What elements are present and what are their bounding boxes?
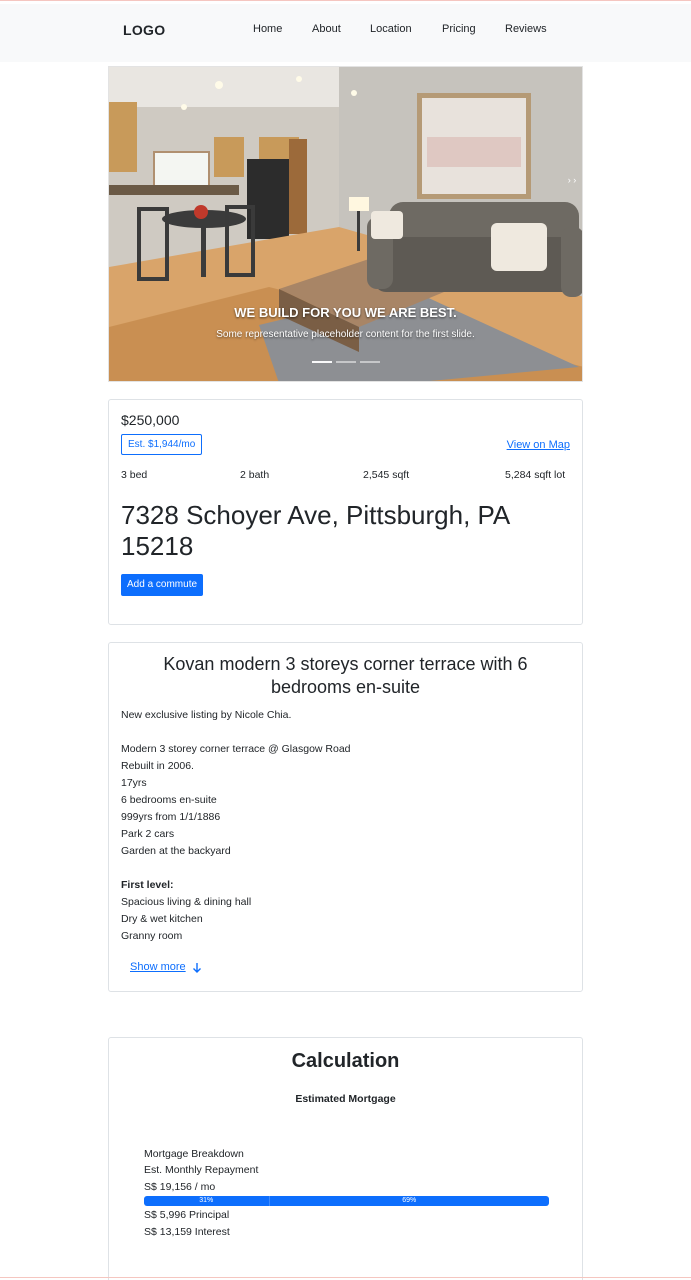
calculation-card: Calculation Estimated Mortgage Mortgage …: [108, 1037, 583, 1280]
nav-link-reviews[interactable]: Reviews: [505, 23, 547, 35]
hero-carousel[interactable]: WE BUILD FOR YOU WE ARE BEST. Some repre…: [108, 66, 583, 382]
description-line: Granny room: [121, 930, 183, 942]
description-line: Modern 3 storey corner terrace @ Glasgow…: [121, 743, 351, 755]
listing-title: Kovan modern 3 storeys corner terrace wi…: [163, 654, 528, 697]
listing-price: $250,000: [121, 412, 180, 428]
principal-segment: 31%: [144, 1196, 270, 1206]
sqft-value: 2,545 sqft: [363, 469, 410, 481]
nav-link-about[interactable]: About: [312, 23, 341, 35]
carousel-next-icon[interactable]: › ›: [562, 175, 582, 187]
description-line: Garden at the backyard: [121, 845, 231, 857]
baths-count: 2 bath: [240, 469, 270, 481]
carousel-indicator-1[interactable]: [312, 361, 332, 363]
listing-description: New exclusive listing by Nicole Chia. Mo…: [121, 707, 561, 945]
description-card: Kovan modern 3 storeys corner terrace wi…: [108, 642, 583, 992]
principal-value: S$ 5,996 Principal: [144, 1209, 230, 1221]
interest-value: S$ 13,159 Interest: [144, 1226, 230, 1238]
description-line: Spacious living & dining hall: [121, 896, 252, 908]
description-line: 6 bedrooms en-suite: [121, 794, 217, 806]
calculation-subtitle: Estimated Mortgage: [295, 1093, 396, 1105]
estimate-button[interactable]: Est. $1,944/mo: [121, 434, 203, 455]
description-line: 17yrs: [121, 777, 147, 789]
carousel-indicator-3[interactable]: [360, 361, 380, 363]
description-line: Dry & wet kitchen: [121, 913, 203, 925]
nav-link-pricing[interactable]: Pricing: [442, 23, 476, 35]
description-line: [121, 860, 561, 877]
description-line: New exclusive listing by Nicole Chia.: [121, 709, 292, 721]
arrow-down-icon[interactable]: [191, 962, 203, 974]
description-line: [121, 724, 561, 741]
logo[interactable]: LOGO: [123, 22, 165, 38]
nav-link-location[interactable]: Location: [370, 23, 412, 35]
description-heading: First level:: [121, 879, 174, 891]
monthly-repayment-value: S$ 19,156 / mo: [144, 1181, 216, 1193]
carousel-caption-title: WE BUILD FOR YOU WE ARE BEST.: [234, 305, 457, 320]
description-line: Park 2 cars: [121, 828, 175, 840]
description-line: 999yrs from 1/1/1886: [121, 811, 221, 823]
lot-size-value: 5,284 sqft lot: [505, 469, 566, 481]
description-line: Rebuilt in 2006.: [121, 760, 194, 772]
interest-segment: 69%: [269, 1196, 549, 1206]
carousel-caption-text: Some representative placeholder content …: [216, 329, 475, 340]
carousel-indicator-2[interactable]: [336, 361, 356, 363]
calculation-title: Calculation: [291, 1050, 400, 1072]
show-more-link[interactable]: Show more: [130, 961, 186, 973]
nav-link-home[interactable]: Home: [253, 23, 282, 35]
view-on-map-link[interactable]: View on Map: [507, 439, 570, 451]
mortgage-breakdown-label: Mortgage Breakdown: [144, 1148, 244, 1160]
listing-summary-card: $250,000 Est. $1,944/mo View on Map 3 be…: [108, 399, 583, 625]
beds-count: 3 bed: [121, 469, 148, 481]
navbar: LOGO Home About Location Pricing Reviews: [0, 4, 691, 62]
listing-address: 7328 Schoyer Ave, Pittsburgh, PA 15218: [121, 500, 509, 561]
monthly-repayment-label: Est. Monthly Repayment: [144, 1164, 259, 1176]
add-commute-button[interactable]: Add a commute: [121, 574, 204, 596]
mortgage-progress-bar: 31% 69%: [144, 1196, 549, 1206]
